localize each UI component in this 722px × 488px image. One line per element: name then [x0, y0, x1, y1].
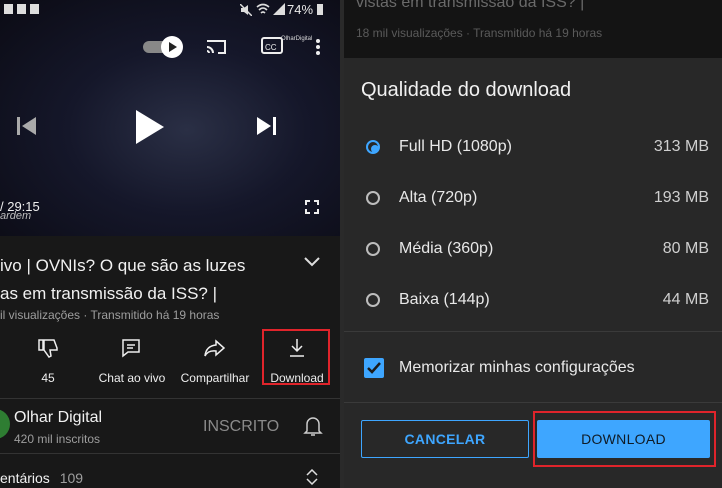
video-title-line2: as em transmissão da ISS? | [0, 284, 218, 303]
share-icon [203, 338, 227, 358]
option-size: 80 MB [662, 240, 709, 257]
download-button[interactable]: Download [264, 338, 330, 385]
right-screen: vistas em transmissão da ISS? | 18 mil v… [344, 0, 722, 488]
download-confirm-label: DOWNLOAD [581, 431, 666, 447]
radio-selected[interactable] [366, 140, 380, 154]
remember-checkbox[interactable] [364, 358, 384, 378]
expand-description-icon[interactable] [304, 257, 320, 267]
video-meta: il visualizações · Transmitido há 19 hor… [0, 308, 220, 322]
radio-unselected[interactable] [366, 191, 380, 205]
radio-unselected[interactable] [366, 293, 380, 307]
autoplay-toggle[interactable] [143, 36, 185, 58]
live-chat-label: Chat ao vivo [98, 371, 166, 385]
option-label: Full HD (1080p) [399, 138, 512, 155]
channel-subscribers: 420 mil inscritos [14, 432, 101, 446]
next-icon[interactable] [255, 115, 277, 137]
divider [344, 331, 722, 332]
option-label: Alta (720p) [399, 189, 478, 206]
mute-icon [240, 4, 252, 16]
more-options-icon[interactable] [316, 38, 320, 56]
divider [344, 402, 722, 403]
dimmed-background: vistas em transmissão da ISS? | 18 mil v… [344, 0, 722, 58]
share-button[interactable]: Compartilhar [174, 338, 256, 385]
option-label: Média (360p) [399, 240, 494, 257]
bell-icon[interactable] [303, 415, 323, 437]
live-chat-button[interactable]: Chat ao vivo [92, 338, 172, 385]
fullscreen-icon[interactable] [305, 200, 319, 214]
wifi-icon [256, 3, 270, 15]
download-label: Download [270, 371, 324, 385]
notification-icons [4, 3, 40, 18]
download-icon [288, 338, 306, 358]
signal-icon [273, 3, 285, 15]
checkmark-icon [367, 362, 381, 374]
chat-icon [121, 338, 143, 358]
cast-icon[interactable] [205, 38, 227, 56]
option-size: 313 MB [653, 138, 709, 155]
option-size: 193 MB [653, 189, 709, 206]
background-meta: 18 mil visualizações · Transmitido há 19… [356, 26, 603, 40]
play-icon[interactable] [134, 108, 166, 146]
video-player[interactable]: 74% CC OlharDigital / 29:15 ardem [0, 0, 340, 236]
cancel-label: CANCELAR [404, 431, 486, 447]
player-overlay-text: ardem [0, 210, 32, 222]
radio-unselected[interactable] [366, 242, 380, 256]
captions-icon[interactable]: CC [261, 37, 283, 55]
dialog-title: Qualidade do download [361, 79, 572, 101]
divider [0, 453, 340, 454]
comments-header[interactable]: entários 109 [0, 470, 83, 486]
comments-label: entários [0, 470, 50, 486]
dislike-icon [37, 338, 59, 358]
channel-name[interactable]: Olhar Digital [14, 409, 102, 427]
remember-label[interactable]: Memorizar minhas configurações [399, 359, 635, 377]
svg-text:CC: CC [265, 43, 277, 52]
divider [0, 398, 340, 399]
left-screen: 74% CC OlharDigital / 29:15 ardem ivo | … [0, 0, 340, 488]
download-quality-dialog: Qualidade do download Full HD (1080p) 31… [344, 58, 722, 488]
background-title: vistas em transmissão da ISS? | [356, 0, 585, 11]
share-label: Compartilhar [180, 371, 250, 385]
option-label: Baixa (144p) [399, 291, 490, 308]
option-size: 44 MB [662, 291, 709, 308]
battery-percent: 74% [287, 2, 314, 17]
download-confirm-button[interactable]: DOWNLOAD [537, 420, 710, 458]
dislike-count: 45 [41, 371, 55, 385]
channel-watermark: OlharDigital [281, 36, 313, 42]
subscribed-button[interactable]: INSCRITO [203, 418, 279, 436]
channel-avatar[interactable] [0, 409, 10, 439]
cancel-button[interactable]: CANCELAR [361, 420, 529, 458]
quality-option-1080p[interactable]: Full HD (1080p) 313 MB [344, 131, 722, 165]
previous-icon[interactable] [16, 115, 38, 137]
expand-comments-icon[interactable] [306, 469, 318, 485]
comments-count: 109 [59, 470, 84, 486]
quality-option-360p[interactable]: Média (360p) 80 MB [344, 233, 722, 267]
quality-option-720p[interactable]: Alta (720p) 193 MB [344, 182, 722, 216]
dislike-button[interactable]: 45 [28, 338, 68, 385]
battery-icon [316, 3, 324, 16]
quality-option-144p[interactable]: Baixa (144p) 44 MB [344, 284, 722, 318]
video-title-line1: ivo | OVNIs? O que são as luzes [0, 256, 246, 275]
video-title: ivo | OVNIs? O que são as luzes as em tr… [0, 252, 245, 308]
